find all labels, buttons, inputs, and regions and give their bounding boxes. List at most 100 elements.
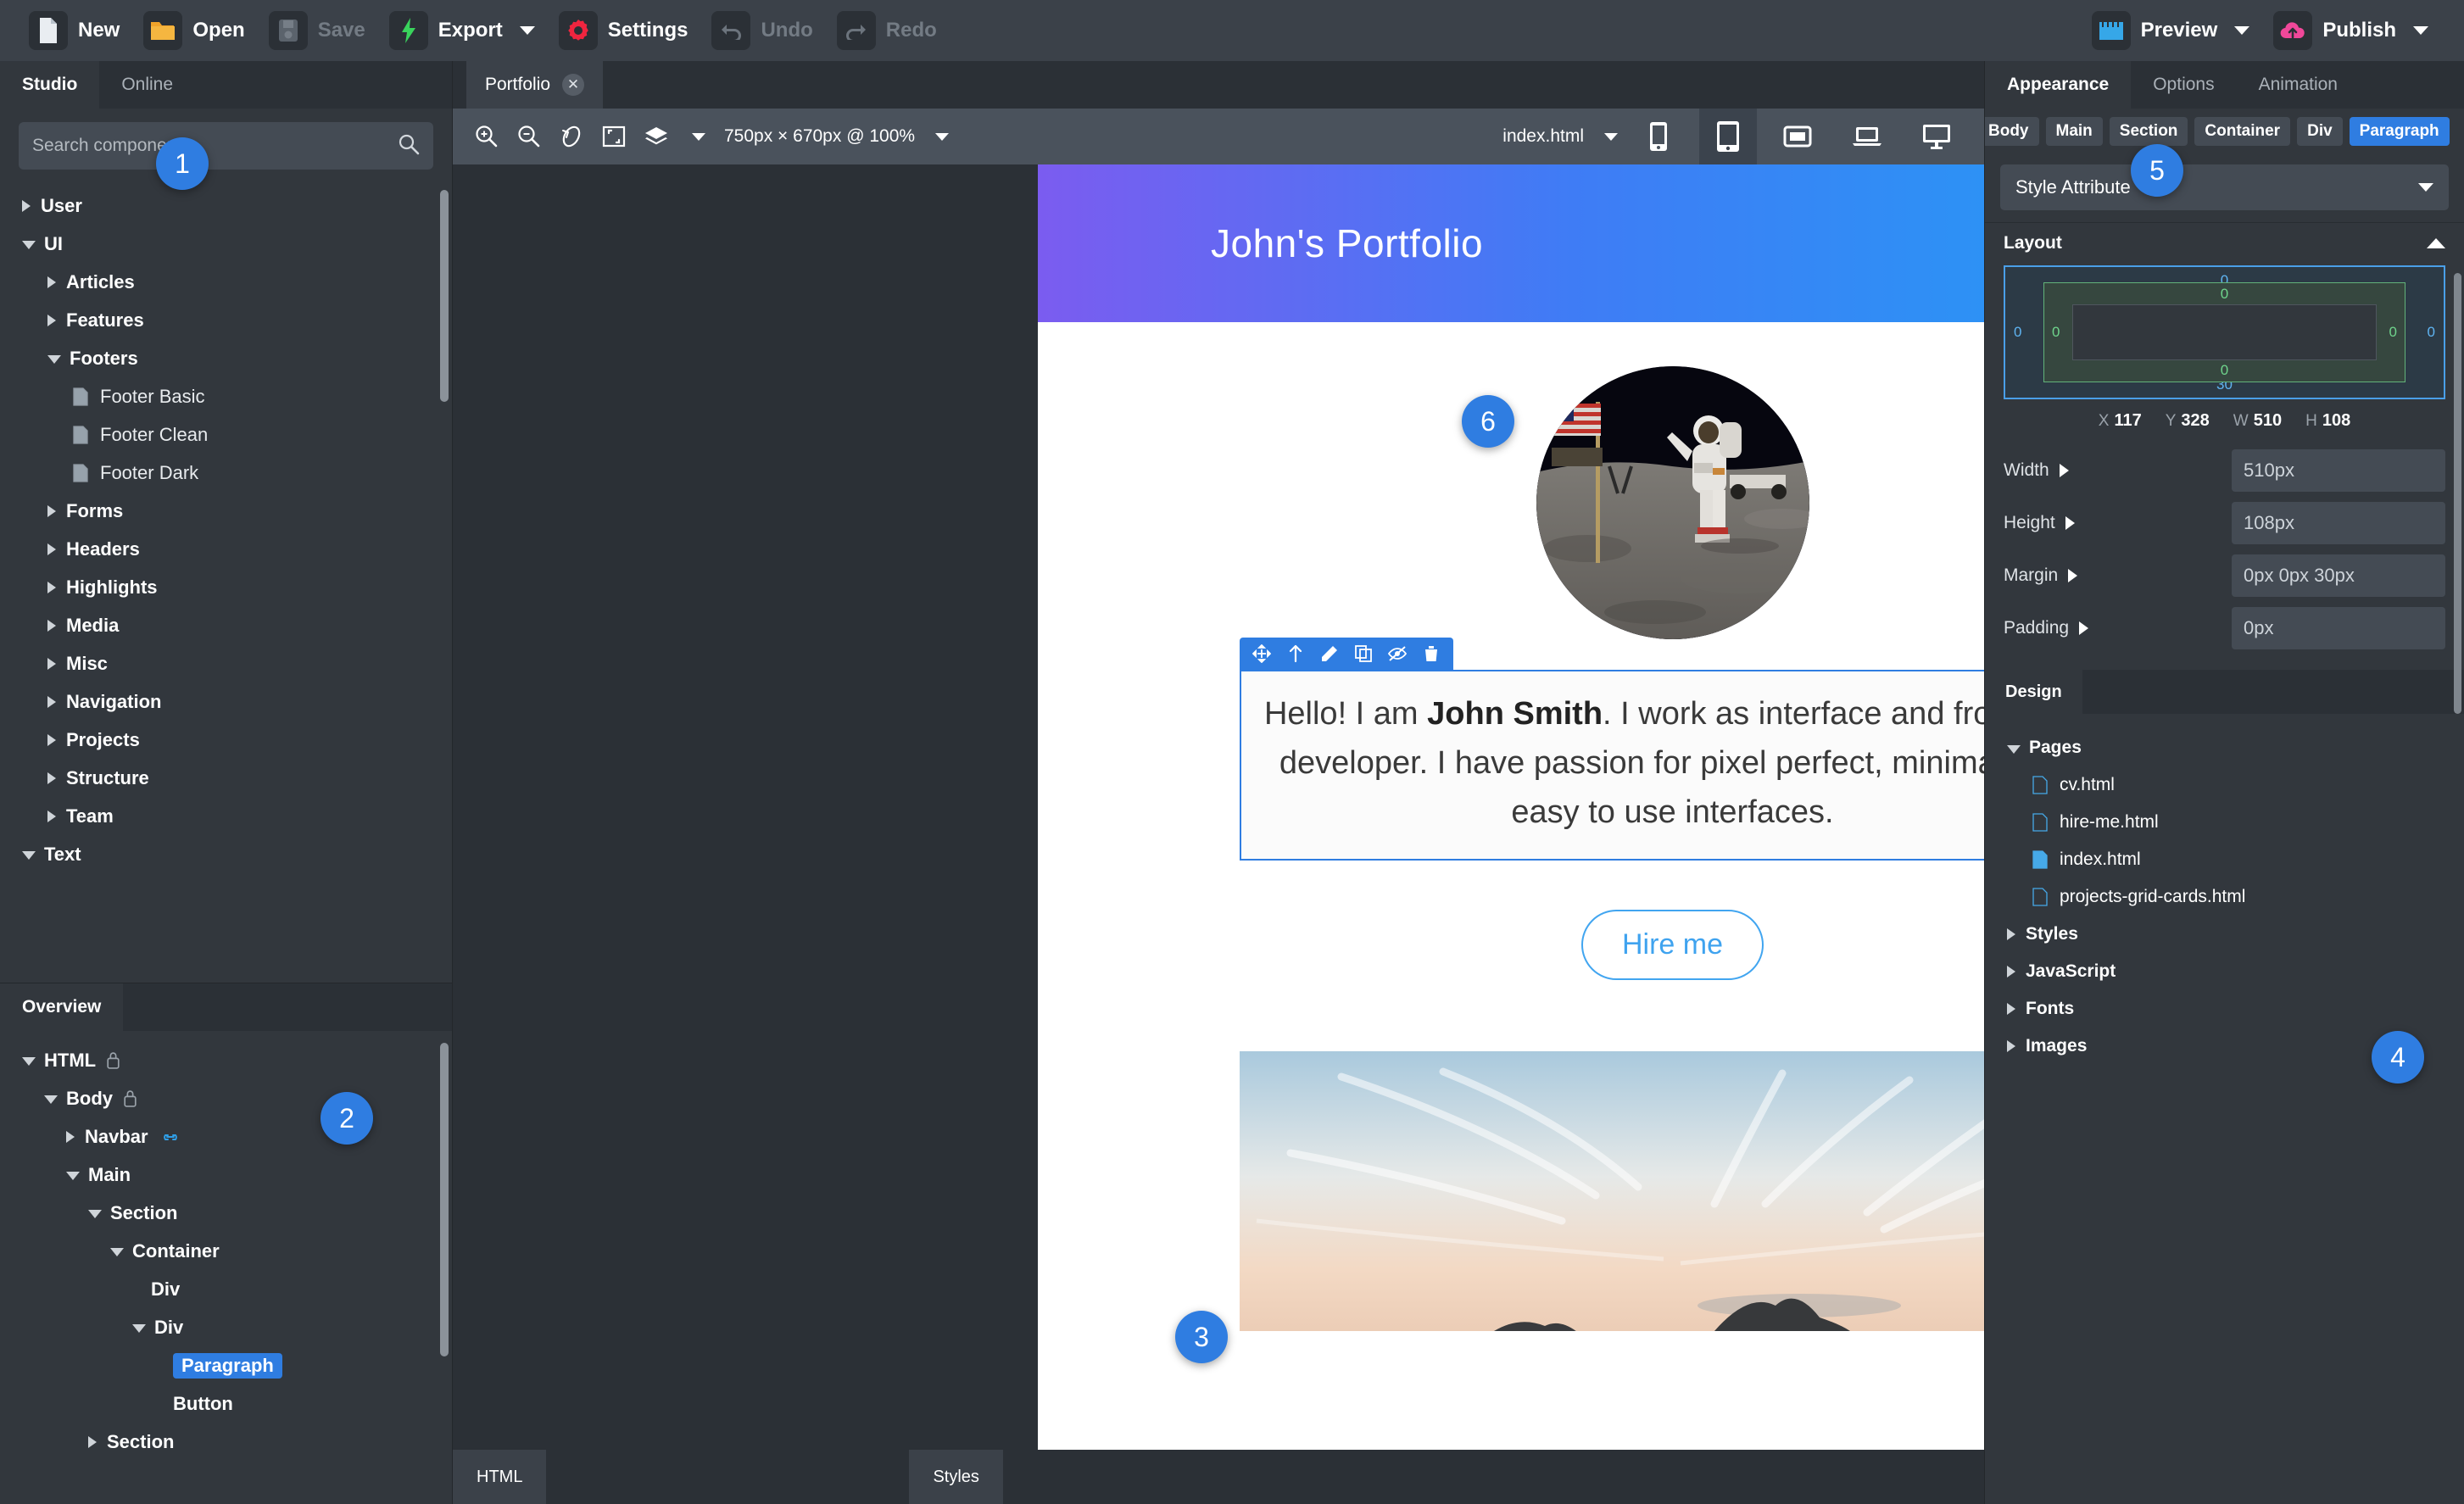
chevron-right-icon[interactable] — [47, 276, 56, 288]
redo-button[interactable]: Redo — [832, 6, 949, 55]
padding-input-wrapper[interactable] — [2232, 607, 2445, 649]
status-html-button[interactable]: HTML — [453, 1450, 547, 1504]
component-tree-item[interactable]: Footer Basic — [0, 377, 452, 415]
chevron-down-icon[interactable] — [22, 1057, 36, 1066]
component-tree-item[interactable]: Text — [0, 835, 452, 873]
chevron-right-icon[interactable] — [66, 1130, 75, 1143]
component-tree-item[interactable]: Footer Dark — [0, 454, 452, 492]
link-icon[interactable] — [160, 1130, 181, 1144]
component-tree-item[interactable]: Articles — [0, 263, 452, 301]
width-input[interactable] — [2232, 449, 2445, 492]
chevron-down-icon[interactable] — [88, 1210, 102, 1218]
design-tree[interactable]: Pages cv.html hire-me.html index.html projec… — [1985, 714, 2464, 1065]
chevron-right-icon[interactable] — [2007, 928, 2015, 940]
width-input-wrapper[interactable] — [2232, 449, 2445, 492]
overview-tree-item[interactable]: Button — [0, 1384, 452, 1423]
zoom-out-icon[interactable] — [514, 121, 544, 152]
chevron-right-icon[interactable] — [47, 314, 56, 326]
margin-right-value[interactable]: 0 — [2428, 324, 2435, 341]
margin-input[interactable] — [2232, 554, 2445, 597]
overview-tree-item[interactable]: Section — [0, 1423, 452, 1461]
chevron-down-icon[interactable] — [22, 241, 36, 249]
design-tree-item[interactable]: projects-grid-cards.html — [1985, 878, 2464, 916]
chevron-down-icon[interactable] — [22, 851, 36, 860]
chevron-up-icon[interactable] — [2427, 238, 2445, 248]
design-tree-item[interactable]: index.html — [1985, 841, 2464, 878]
component-tree-item[interactable]: Misc — [0, 644, 452, 682]
right-panel-scrollbar[interactable] — [2454, 273, 2461, 714]
overview-tree-item[interactable]: Paragraph — [0, 1346, 452, 1384]
lock-icon[interactable] — [106, 1051, 120, 1069]
breadcrumb-item-paragraph[interactable]: Paragraph — [2349, 117, 2450, 146]
overview-tree-item[interactable]: Navbar — [0, 1117, 452, 1156]
width-expand-arrow-icon[interactable] — [2059, 464, 2069, 477]
layers-dropdown-caret-icon[interactable] — [692, 132, 705, 141]
component-tree-item[interactable]: User — [0, 187, 452, 225]
overview-tree-item[interactable]: Body — [0, 1079, 452, 1117]
component-tree-item[interactable]: Features — [0, 301, 452, 339]
overview-tree[interactable]: HTML Body Navbar Main Section Container Div Div… — [0, 1031, 452, 1504]
select-parent-arrow-icon[interactable] — [1279, 638, 1313, 670]
canvas-size-dropdown-caret-icon[interactable] — [935, 132, 950, 141]
publish-dropdown-caret-icon[interactable] — [2413, 26, 2428, 35]
breadcrumb-item-body[interactable]: Body — [1985, 117, 2039, 146]
undo-button[interactable]: Undo — [706, 6, 824, 55]
design-tree-item[interactable]: Styles — [1985, 916, 2464, 953]
padding-box[interactable]: 0 0 0 0 — [2043, 282, 2405, 382]
overview-tree-item[interactable]: Container — [0, 1232, 452, 1270]
chevron-down-icon[interactable] — [110, 1248, 124, 1256]
export-dropdown-caret-icon[interactable] — [519, 26, 535, 35]
preview-button[interactable]: Preview — [2087, 6, 2262, 55]
tab-appearance[interactable]: Appearance — [1985, 61, 2132, 109]
tab-animation[interactable]: Animation — [2237, 61, 2360, 109]
tab-online[interactable]: Online — [99, 61, 195, 109]
component-tree-item[interactable]: Footers — [0, 339, 452, 377]
tab-design[interactable]: Design — [1985, 670, 2082, 714]
chevron-right-icon[interactable] — [2007, 1040, 2015, 1052]
device-phone-button[interactable] — [1630, 109, 1687, 164]
component-tree-item[interactable]: Footer Clean — [0, 415, 452, 454]
margin-expand-arrow-icon[interactable] — [2068, 569, 2078, 582]
box-model-diagram[interactable]: 0 0 0 30 0 0 0 0 — [1985, 260, 2464, 399]
chevron-right-icon[interactable] — [47, 657, 56, 670]
document-tab-portfolio[interactable]: Portfolio ✕ — [466, 61, 604, 109]
component-tree-item[interactable]: Forms — [0, 492, 452, 530]
overview-tree-item[interactable]: HTML — [0, 1041, 452, 1079]
chevron-right-icon[interactable] — [47, 733, 56, 746]
overview-tree-item[interactable]: Main — [0, 1156, 452, 1194]
export-button[interactable]: Export — [384, 6, 547, 55]
margin-left-value[interactable]: 0 — [2014, 324, 2021, 341]
chevron-down-icon[interactable] — [47, 355, 61, 364]
close-icon[interactable]: ✕ — [562, 74, 585, 96]
chevron-right-icon[interactable] — [47, 543, 56, 555]
design-tree-item[interactable]: cv.html — [1985, 766, 2464, 804]
design-tree-item[interactable]: JavaScript — [1985, 953, 2464, 990]
move-icon[interactable] — [1245, 638, 1279, 670]
component-tree-item[interactable]: Navigation — [0, 682, 452, 721]
search-input[interactable] — [32, 136, 398, 156]
publish-button[interactable]: Publish — [2268, 6, 2440, 55]
chevron-right-icon[interactable] — [47, 619, 56, 632]
padding-expand-arrow-icon[interactable] — [2079, 621, 2089, 635]
breadcrumb-item-div[interactable]: Div — [2297, 117, 2343, 146]
tab-overview[interactable]: Overview — [0, 983, 124, 1031]
layout-section-header[interactable]: Layout — [1985, 222, 2464, 260]
chevron-right-icon[interactable] — [22, 199, 31, 212]
device-tablet-button[interactable] — [1699, 109, 1757, 164]
search-components-box[interactable] — [19, 122, 433, 170]
new-button[interactable]: New — [24, 6, 131, 55]
padding-top-value[interactable]: 0 — [2221, 286, 2228, 303]
chevron-right-icon[interactable] — [2007, 1003, 2015, 1015]
edit-pencil-icon[interactable] — [1313, 638, 1346, 670]
preview-dropdown-caret-icon[interactable] — [2234, 26, 2250, 35]
component-tree-item[interactable]: Projects — [0, 721, 452, 759]
height-input-wrapper[interactable] — [2232, 502, 2445, 544]
delete-trash-icon[interactable] — [1414, 638, 1448, 670]
rotate-device-icon[interactable] — [556, 121, 587, 152]
current-file-dropdown-caret-icon[interactable] — [1604, 132, 1618, 141]
design-tree-item[interactable]: Fonts — [1985, 990, 2464, 1028]
component-tree-item[interactable]: UI — [0, 225, 452, 263]
chevron-down-icon[interactable] — [66, 1172, 80, 1180]
chevron-right-icon[interactable] — [2007, 966, 2015, 978]
margin-box[interactable]: 0 0 0 30 0 0 0 0 — [2004, 265, 2445, 399]
